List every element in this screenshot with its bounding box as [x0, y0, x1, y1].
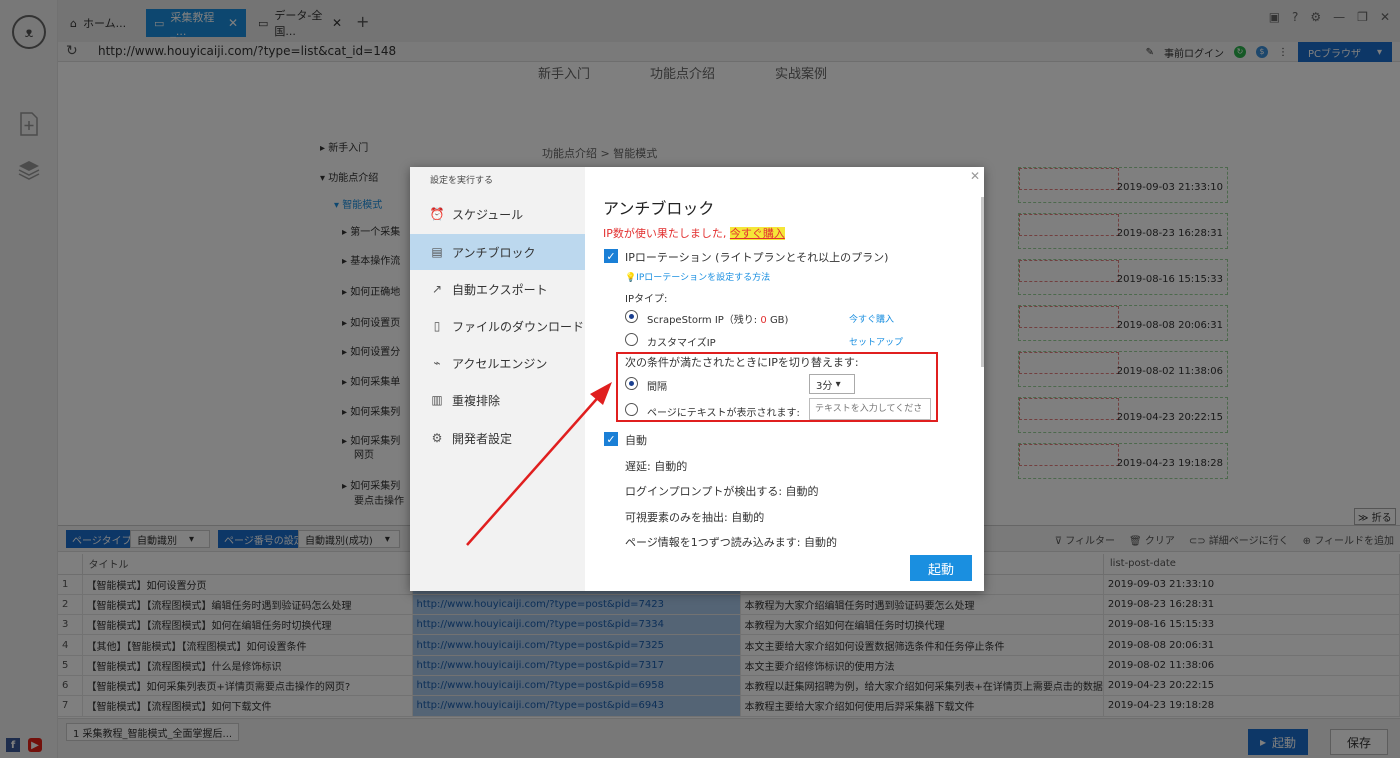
- buy-now-link[interactable]: 今すぐ購入: [729, 227, 785, 240]
- page-text-radio[interactable]: [625, 403, 638, 416]
- ip-rotation-help-link[interactable]: 💡IPローテーションを設定する方法: [625, 270, 770, 283]
- auto-label: 自動: [625, 434, 647, 447]
- page-info-text: ページ情報を1つずつ読み込みます: 自動的: [625, 536, 837, 547]
- start-button[interactable]: 起動: [910, 555, 972, 581]
- scrapestorm-ip-radio[interactable]: [625, 310, 638, 323]
- run-settings-dialog: 設定を実行する ⏰ スケジュール ▤ アンチブロック ↗ 自動エクスポート ▯ ファイル…: [410, 167, 984, 591]
- buy-ip-link[interactable]: 今すぐ購入: [849, 312, 894, 325]
- alarm-clock-icon: ⏰: [429, 207, 445, 221]
- setup-link[interactable]: セットアップ: [849, 335, 903, 348]
- ip-rotation-checkbox[interactable]: ✓: [604, 249, 618, 263]
- interval-select[interactable]: 3分 ▾: [809, 374, 855, 394]
- nav-anti-block[interactable]: ▤ アンチブロック: [410, 234, 585, 270]
- ip-type-label: IPタイプ:: [625, 294, 668, 305]
- login-prompt-text: ログインプロンプトが検出する: 自動的: [625, 485, 819, 498]
- interval-label: 間隔: [647, 382, 667, 393]
- gear-icon: ⚙: [431, 431, 443, 445]
- chart-icon: ⌁: [433, 356, 441, 370]
- delay-text: 遅延: 自動的: [625, 460, 688, 473]
- nav-developer[interactable]: ⚙ 開発者設定: [410, 420, 585, 456]
- visible-only-text: 可視要素のみを抽出: 自動的: [625, 511, 765, 524]
- ip-rotation-label: IPローテーション (ライトプランとそれ以上のプラン): [625, 251, 889, 264]
- export-icon: ↗: [431, 282, 443, 296]
- auto-checkbox[interactable]: ✓: [604, 432, 618, 446]
- settings-sidebar: 設定を実行する ⏰ スケジュール ▤ アンチブロック ↗ 自動エクスポート ▯ ファイル…: [410, 167, 585, 591]
- scrapestorm-ip-label: ScrapeStorm IP（残り: 0 GB): [647, 315, 789, 326]
- interval-radio[interactable]: [625, 377, 638, 390]
- nav-file-download[interactable]: ▯ ファイルのダウンロード: [410, 308, 585, 344]
- nav-auto-export[interactable]: ↗ 自動エクスポート: [410, 271, 585, 307]
- switch-condition-label: 次の条件が満たされたときにIPを切り替えます:: [625, 356, 859, 369]
- nav-schedule[interactable]: ⏰ スケジュール: [410, 196, 585, 232]
- page-text-input[interactable]: [809, 398, 931, 420]
- nav-dedup[interactable]: ▥ 重複排除: [410, 382, 585, 418]
- page-text-label: ページにテキストが表示されます:: [647, 408, 800, 419]
- custom-ip-label: カスタマイズIP: [647, 338, 716, 349]
- anti-block-settings: アンチブロック IP数が使い果たしました, 今すぐ購入 ✓ IPローテーション …: [585, 167, 982, 547]
- dialog-title: 設定を実行する: [430, 176, 494, 186]
- lightbulb-icon: 💡: [625, 273, 637, 283]
- chevron-down-icon: ▾: [835, 378, 841, 390]
- ip-warning: IP数が使い果たしました, 今すぐ購入: [603, 227, 785, 240]
- section-heading: アンチブロック: [603, 199, 715, 218]
- nav-accel-engine[interactable]: ⌁ アクセルエンジン: [410, 345, 585, 381]
- custom-ip-radio[interactable]: [625, 333, 638, 346]
- shield-card-icon: ▤: [431, 245, 443, 259]
- file-download-icon: ▯: [433, 319, 441, 333]
- dedup-icon: ▥: [431, 393, 443, 407]
